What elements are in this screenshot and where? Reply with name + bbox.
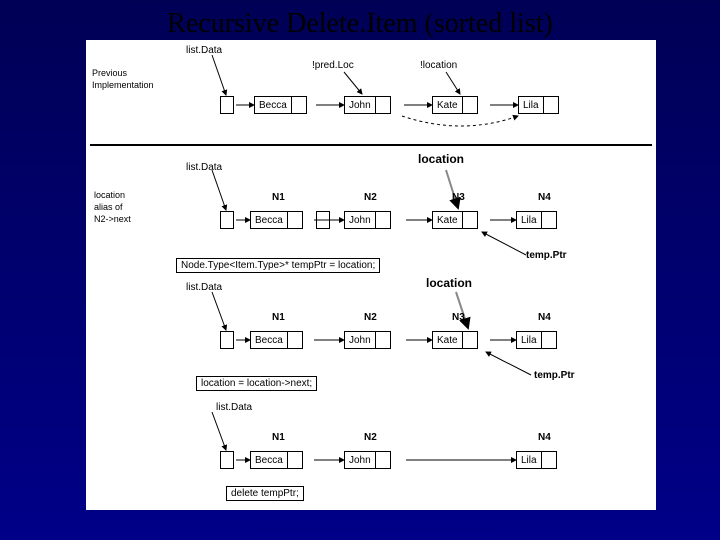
node-data: Lila (519, 97, 544, 113)
head-ptr-1 (220, 96, 234, 114)
label-predloc: !pred.Loc (312, 60, 354, 71)
code-line-3: delete tempPtr; (226, 486, 304, 501)
node-becca-2: Becca (250, 211, 303, 229)
n1-label-4: N1 (272, 432, 285, 443)
divider-1 (90, 144, 652, 146)
node-john-2: John (344, 211, 391, 229)
n2-label-2: N2 (364, 192, 377, 203)
label-list-data-1: list.Data (186, 45, 222, 56)
head-ptr-2 (220, 211, 234, 229)
node-lila-2: Lila (516, 211, 557, 229)
prev-impl-line1: Previous (92, 68, 127, 78)
node-kate-2: Kate (432, 211, 478, 229)
label-location-top: !location (420, 60, 457, 71)
node-kate-1: Kate (432, 96, 478, 114)
n3-label-3: N3 (452, 312, 465, 323)
code-line-1: Node.Type<Item.Type>* tempPtr = location… (176, 258, 380, 273)
node-data: Becca (255, 97, 292, 113)
node-data: John (345, 332, 376, 348)
n2-label-3: N2 (364, 312, 377, 323)
label-list-data-3: list.Data (186, 282, 222, 293)
node-data: John (345, 212, 376, 228)
location-annotation-1: location (418, 152, 464, 166)
node-kate-3: Kate (432, 331, 478, 349)
node-john-4: John (344, 451, 391, 469)
node-data: Becca (251, 332, 288, 348)
node-lila-1: Lila (518, 96, 559, 114)
node-data: Becca (251, 452, 288, 468)
n4-label-3: N4 (538, 312, 551, 323)
n4-label-2: N4 (538, 192, 551, 203)
n4-label-4: N4 (538, 432, 551, 443)
node-john-1: John (344, 96, 391, 114)
code-line-2: location = location->next; (196, 376, 317, 391)
n3-label-2: N3 (452, 192, 465, 203)
node-becca-3: Becca (250, 331, 303, 349)
prev-impl-line2: Implementation (92, 80, 154, 90)
node-data: John (345, 97, 376, 113)
stray-ptr-2 (316, 211, 330, 229)
node-data: Lila (517, 452, 542, 468)
tempptr-label-2: temp.Ptr (526, 250, 567, 261)
node-lila-3: Lila (516, 331, 557, 349)
node-data: Kate (433, 332, 463, 348)
n1-label-3: N1 (272, 312, 285, 323)
node-data: Kate (433, 212, 463, 228)
node-data: Lila (517, 332, 542, 348)
node-lila-4: Lila (516, 451, 557, 469)
n1-label-2: N1 (272, 192, 285, 203)
label-list-data-2: list.Data (186, 162, 222, 173)
n2-label-4: N2 (364, 432, 377, 443)
alias-l2: alias of (94, 202, 123, 212)
tempptr-label-3: temp.Ptr (534, 370, 575, 381)
node-becca-4: Becca (250, 451, 303, 469)
node-data: Becca (251, 212, 288, 228)
diagram-canvas: list.Data !pred.Loc !location Previous I… (86, 40, 656, 510)
label-list-data-4: list.Data (216, 402, 252, 413)
node-john-3: John (344, 331, 391, 349)
head-ptr-4 (220, 451, 234, 469)
alias-l1: location (94, 190, 125, 200)
node-data: Lila (517, 212, 542, 228)
location-annotation-2: location (426, 276, 472, 290)
node-data: Kate (433, 97, 463, 113)
head-ptr-3 (220, 331, 234, 349)
node-becca-1: Becca (254, 96, 307, 114)
alias-l3: N2->next (94, 214, 131, 224)
node-data: John (345, 452, 376, 468)
page-title: Recursive Delete.Item (sorted list) (0, 0, 720, 40)
